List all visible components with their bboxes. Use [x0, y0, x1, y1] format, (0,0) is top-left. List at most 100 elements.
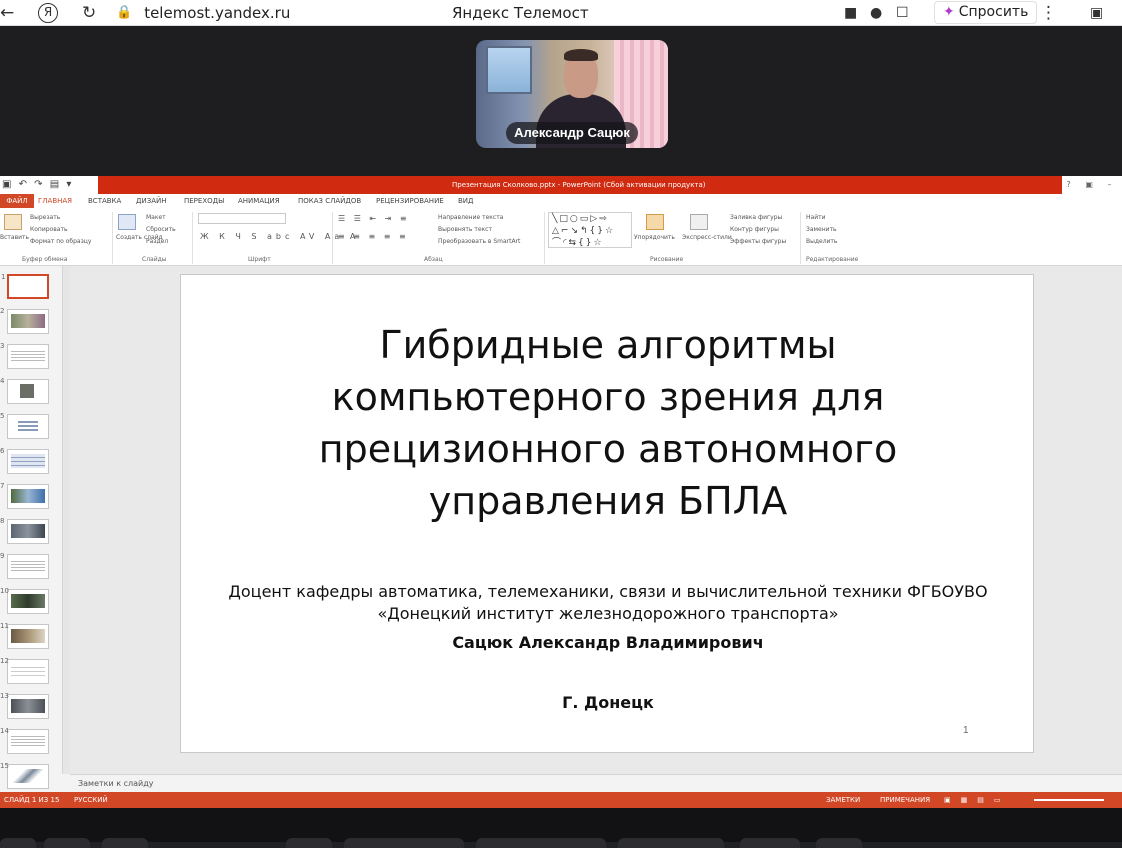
- reset-button[interactable]: Сбросить: [146, 226, 176, 233]
- thumbnail-slide-9[interactable]: 9: [0, 552, 49, 579]
- align-buttons[interactable]: ≡ ≡ ≡ ≡ ≡: [338, 232, 409, 241]
- comments-toggle[interactable]: ПРИМЕЧАНИЯ: [880, 792, 930, 808]
- shape-effects-button[interactable]: Эффекты фигуры: [730, 238, 786, 245]
- tab-transitions[interactable]: ПЕРЕХОДЫ: [184, 194, 224, 208]
- text-direction-button[interactable]: Направление текста: [438, 214, 503, 221]
- sparkle-icon: ✦: [943, 4, 955, 20]
- thumbnail-slide-13[interactable]: 13: [0, 692, 49, 719]
- tab-insert[interactable]: ВСТАВКА: [88, 194, 121, 208]
- current-slide[interactable]: Гибридные алгоритмы компьютерного зрения…: [180, 274, 1034, 753]
- shared-screen-powerpoint: ▣ ↶ ↷ ▤ ▾ Презентация Сколково.pptx - Po…: [0, 176, 1122, 808]
- thumbnail-slide-11[interactable]: 11: [0, 622, 49, 649]
- tab-review[interactable]: РЕЦЕНЗИРОВАНИЕ: [376, 194, 444, 208]
- ribbon-tabs: ФАЙЛ ГЛАВНАЯ ВСТАВКА ДИЗАЙН ПЕРЕХОДЫ АНИ…: [0, 194, 1122, 210]
- thumbnail-slide-1[interactable]: 1: [1, 273, 49, 299]
- thumbnail-slide-4[interactable]: 4: [0, 377, 49, 404]
- paste-icon[interactable]: [4, 214, 22, 230]
- group-editing: Редактирование: [806, 256, 859, 263]
- control-button[interactable]: [102, 838, 148, 848]
- thumbnail-slide-2[interactable]: 2: [0, 307, 49, 334]
- browser-toolbar: ← Я ↻ 🔒 telemost.yandex.ru Яндекс Телемо…: [0, 0, 1122, 26]
- tab-animations[interactable]: АНИМАЦИЯ: [238, 194, 280, 208]
- camera-icon[interactable]: ■: [844, 2, 857, 24]
- reload-icon[interactable]: ↻: [82, 2, 96, 24]
- control-button[interactable]: [740, 838, 800, 848]
- tab-file[interactable]: ФАЙЛ: [0, 194, 34, 208]
- ask-button[interactable]: ✦ Спросить: [934, 1, 1038, 24]
- thumbnail-slide-15[interactable]: 15: [0, 762, 49, 789]
- control-button[interactable]: [286, 838, 332, 848]
- zoom-slider[interactable]: [1034, 799, 1104, 801]
- slide-title[interactable]: Гибридные алгоритмы компьютерного зрения…: [221, 319, 995, 527]
- ribbon: Вставить Вырезать Копировать Формат по о…: [0, 208, 1122, 266]
- arrange-button[interactable]: Упорядочить: [634, 234, 675, 241]
- thumbnail-slide-8[interactable]: 8: [0, 517, 49, 544]
- shape-fill-button[interactable]: Заливка фигуры: [730, 214, 782, 221]
- yandex-icon[interactable]: Я: [38, 3, 58, 23]
- font-name-box[interactable]: [198, 213, 286, 224]
- arrange-icon[interactable]: [646, 214, 664, 230]
- url-text: telemost.yandex.ru: [144, 4, 291, 22]
- thumbnail-slide-7[interactable]: 7: [0, 482, 49, 509]
- ppt-window-title: Презентация Сколково.pptx - PowerPoint (…: [452, 181, 706, 189]
- group-drawing: Рисование: [650, 256, 684, 263]
- layout-button[interactable]: Макет: [146, 214, 166, 221]
- thumbnails-scrollbar[interactable]: [62, 266, 70, 774]
- select-button[interactable]: Выделить: [806, 238, 837, 245]
- slide-editor: Гибридные алгоритмы компьютерного зрения…: [70, 266, 1122, 774]
- ppt-title-bar: ▣ ↶ ↷ ▤ ▾ Презентация Сколково.pptx - Po…: [0, 176, 1122, 194]
- replace-button[interactable]: Заменить: [806, 226, 837, 233]
- control-button[interactable]: [476, 838, 606, 848]
- thumbnail-slide-5[interactable]: 5: [0, 412, 49, 439]
- group-divider: [332, 212, 333, 264]
- control-button[interactable]: [344, 838, 464, 848]
- notes-toggle[interactable]: ЗАМЕТКИ: [826, 792, 860, 808]
- quick-styles-icon[interactable]: [690, 214, 708, 230]
- tab-view[interactable]: ВИД: [458, 194, 474, 208]
- language-indicator[interactable]: РУССКИЙ: [74, 792, 108, 808]
- thumbnail-slide-3[interactable]: 3: [0, 342, 49, 369]
- sidebar-icon[interactable]: ▣: [1090, 2, 1103, 24]
- control-button[interactable]: [816, 838, 862, 848]
- back-icon[interactable]: ←: [0, 2, 14, 24]
- control-button[interactable]: [44, 838, 90, 848]
- new-slide-icon[interactable]: [118, 214, 136, 230]
- tab-slideshow[interactable]: ПОКАЗ СЛАЙДОВ: [298, 194, 361, 208]
- microphone-icon[interactable]: ●: [870, 2, 882, 24]
- group-divider: [800, 212, 801, 264]
- cut-button[interactable]: Вырезать: [30, 214, 60, 221]
- control-button[interactable]: [0, 838, 36, 848]
- lock-icon: 🔒: [116, 5, 133, 20]
- notes-pane[interactable]: Заметки к слайду: [70, 774, 1122, 792]
- bookmark-icon[interactable]: ☐: [896, 2, 909, 24]
- group-slides: Слайды: [142, 256, 167, 263]
- shape-outline-button[interactable]: Контур фигуры: [730, 226, 779, 233]
- slide-subtitle[interactable]: Доцент кафедры автоматика, телемеханики,…: [221, 581, 995, 625]
- align-text-button[interactable]: Выровнять текст: [438, 226, 492, 233]
- font-format-buttons[interactable]: Ж К Ч S abc AV Aa A: [200, 232, 359, 241]
- window-controls[interactable]: ? ▣ –: [1062, 176, 1122, 194]
- shapes-gallery[interactable]: ╲□○▭▷⇨ △⌐↘↰{}☆ ⌒◜⇆{}☆: [548, 212, 632, 248]
- tab-design[interactable]: ДИЗАЙН: [136, 194, 166, 208]
- smartart-button[interactable]: Преобразовать в SmartArt: [438, 238, 520, 245]
- copy-button[interactable]: Копировать: [30, 226, 67, 233]
- thumbnail-slide-10[interactable]: 10: [0, 587, 49, 614]
- slide-city[interactable]: Г. Донецк: [221, 693, 995, 712]
- address-bar[interactable]: 🔒 telemost.yandex.ru: [116, 2, 436, 24]
- slide-thumbnails: 1 2 3 4 5 6 7 8 9 10 11 12 13 14 15: [0, 266, 62, 796]
- section-button[interactable]: Раздел: [146, 238, 168, 245]
- thumbnail-slide-14[interactable]: 14: [0, 727, 49, 754]
- control-button[interactable]: [618, 838, 724, 848]
- list-buttons[interactable]: ☰ ☰ ⇤ ⇥ ≡: [338, 214, 410, 223]
- thumbnail-slide-12[interactable]: 12: [0, 657, 49, 684]
- thumbnail-slide-6[interactable]: 6: [0, 447, 49, 474]
- paste-button[interactable]: Вставить: [0, 234, 29, 241]
- menu-icon[interactable]: ⋮: [1040, 2, 1057, 24]
- quick-access-toolbar[interactable]: ▣ ↶ ↷ ▤ ▾: [0, 176, 98, 194]
- participant-video[interactable]: Александр Сацюк: [476, 40, 668, 148]
- format-painter-button[interactable]: Формат по образцу: [30, 238, 91, 245]
- view-buttons[interactable]: ▣▦▤▭: [944, 792, 1010, 808]
- quick-styles-button[interactable]: Экспресс-стили: [682, 234, 732, 241]
- find-button[interactable]: Найти: [806, 214, 825, 221]
- slide-author[interactable]: Сацюк Александр Владимирович: [221, 633, 995, 652]
